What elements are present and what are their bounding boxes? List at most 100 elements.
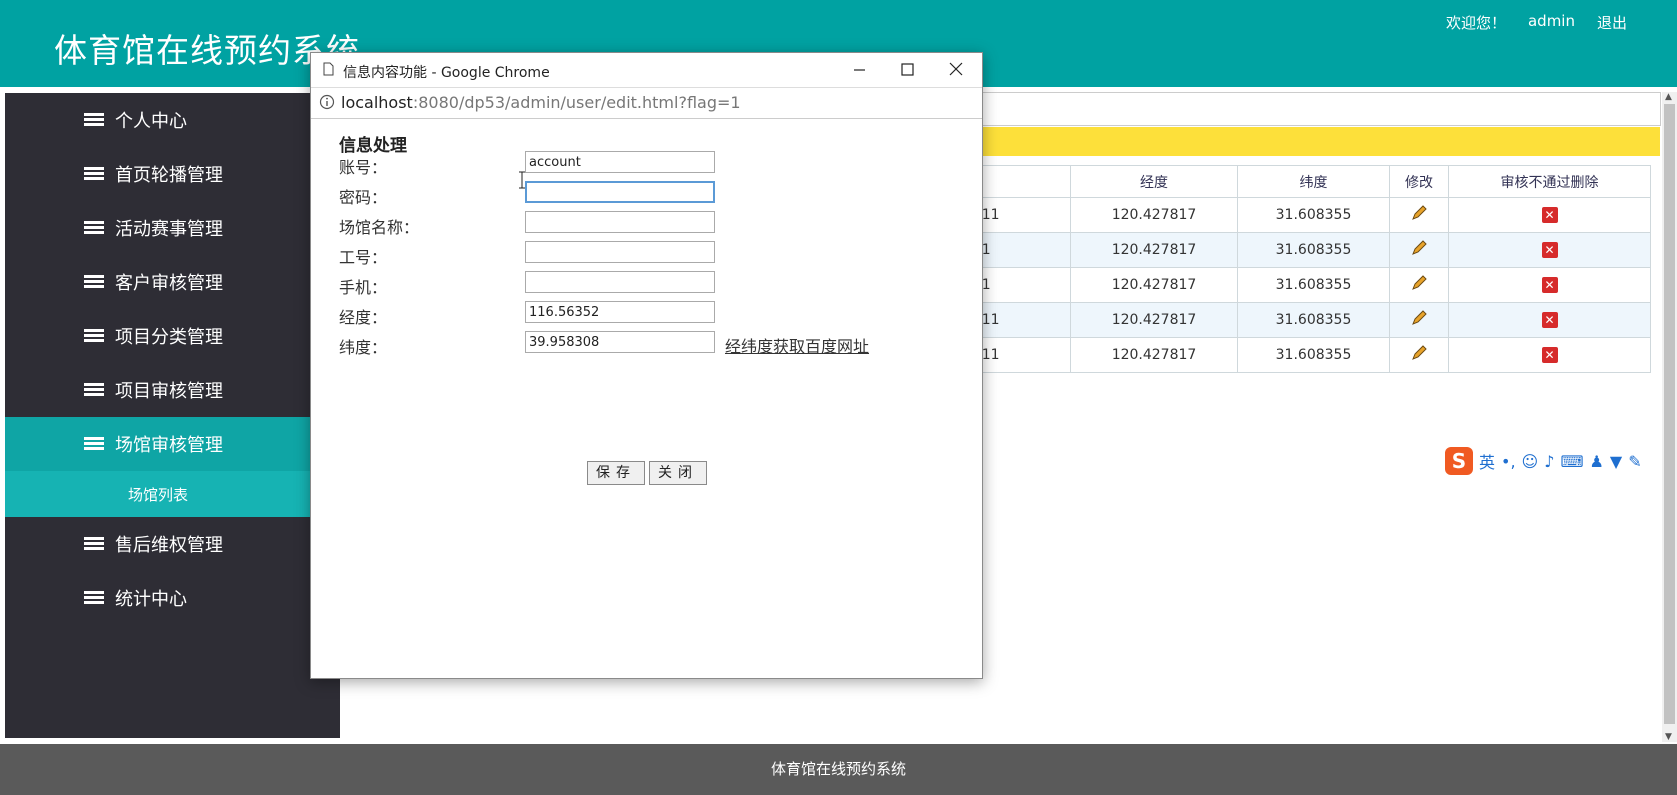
sidebar-item-label: 售后维权管理 [115, 535, 223, 556]
pencil-icon[interactable] [1410, 204, 1428, 222]
popup-titlebar[interactable]: 信息内容功能 - Google Chrome [311, 53, 982, 88]
delete-icon[interactable]: ✕ [1541, 277, 1558, 293]
table-row: 1111 120.427817 31.608355 ✕ [950, 232, 1651, 268]
sidebar-item-venues[interactable]: 场馆审核管理 [5, 417, 340, 471]
account-field[interactable]: account [525, 151, 715, 173]
scroll-down-icon[interactable]: ▼ [1665, 732, 1672, 742]
col-edit: 修改 [1389, 165, 1449, 198]
user-icon[interactable]: ♟ [1590, 452, 1604, 471]
col-delete: 审核不通过删除 [1448, 165, 1651, 198]
cell-delete: ✕ [1448, 302, 1651, 338]
sidebar-item-label: 活动赛事管理 [115, 219, 223, 240]
cell-delete: ✕ [1448, 197, 1651, 233]
popup-title: 信息内容功能 - Google Chrome [343, 65, 550, 81]
sidebar-subitem-venue-list[interactable]: 场馆列表 [5, 471, 340, 517]
stack-icon [84, 167, 104, 180]
sidebar-item-events[interactable]: 活动赛事管理 [5, 201, 340, 255]
sidebar-item-label: 项目审核管理 [115, 381, 223, 402]
sidebar-item-label: 场馆审核管理 [115, 435, 223, 456]
table-row: 1111 120.427817 31.608355 ✕ [950, 267, 1651, 303]
cell-edit [1389, 232, 1449, 268]
microphone-icon[interactable]: ♪ [1544, 452, 1554, 471]
scroll-thumb[interactable] [1664, 104, 1675, 724]
stack-icon [84, 221, 104, 234]
url-text: localhost:8080/dp53/admin/user/edit.html… [341, 93, 741, 112]
sidebar-item-aftersales[interactable]: 售后维权管理 [5, 517, 340, 571]
sogou-logo-icon[interactable]: S [1445, 447, 1473, 475]
latitude-field[interactable]: 39.958308 [525, 331, 715, 353]
username[interactable]: admin [1528, 12, 1575, 33]
stack-icon [84, 437, 104, 450]
table-row: 11111 120.427817 31.608355 ✕ [950, 337, 1651, 373]
close-icon[interactable] [943, 59, 969, 81]
pencil-icon[interactable] [1410, 239, 1428, 257]
form-title: 信息处理 [339, 136, 407, 156]
sidebar-item-statistics[interactable]: 统计中心 [5, 571, 340, 625]
cell-latitude: 31.608355 [1237, 302, 1390, 338]
cell-longitude: 120.427817 [1070, 337, 1238, 373]
sidebar-item-label: 首页轮播管理 [115, 165, 223, 186]
minimize-icon[interactable] [846, 59, 872, 81]
delete-icon[interactable]: ✕ [1541, 312, 1558, 328]
welcome-text: 欢迎您！ [1445, 14, 1506, 32]
pencil-icon[interactable] [1410, 309, 1428, 327]
stack-icon [84, 275, 104, 288]
sidebar-subitem-label: 场馆列表 [128, 486, 189, 504]
phone-field[interactable] [525, 271, 715, 293]
edit-popup-window: 信息内容功能 - Google Chrome localhost:8080/dp… [310, 52, 983, 679]
longitude-field[interactable]: 116.56352 [525, 301, 715, 323]
table-header-row: 机 经度 纬度 修改 审核不通过删除 [950, 165, 1651, 198]
punctuation-icon[interactable]: •, [1501, 452, 1516, 471]
cell-longitude: 120.427817 [1070, 267, 1238, 303]
sidebar-item-categories[interactable]: 项目分类管理 [5, 309, 340, 363]
cell-edit [1389, 197, 1449, 233]
pencil-icon[interactable] [1410, 274, 1428, 292]
keyboard-icon[interactable]: ⌨ [1560, 452, 1583, 471]
url-host: localhost [341, 93, 413, 112]
ime-lang-toggle[interactable]: 英 [1479, 449, 1495, 473]
sidebar-item-customers[interactable]: 客户审核管理 [5, 255, 340, 309]
breadcrumb-bar [950, 92, 1661, 126]
cell-longitude: 120.427817 [1070, 232, 1238, 268]
venue-name-field[interactable] [525, 211, 715, 233]
staff-id-field[interactable] [525, 241, 715, 263]
account-label: 账号： [339, 158, 388, 177]
close-button[interactable]: 关闭 [649, 461, 707, 485]
user-area: 欢迎您！ admin 退出 [1446, 12, 1627, 33]
table-row: 11111 120.427817 31.608355 ✕ [950, 302, 1651, 338]
table-row: 11111 120.427817 31.608355 ✕ [950, 197, 1651, 233]
page-scrollbar[interactable]: ▲ ▼ [1662, 92, 1677, 742]
maximize-icon[interactable] [894, 59, 920, 81]
save-button[interactable]: 保存 [587, 461, 645, 485]
sidebar-item-projects[interactable]: 项目审核管理 [5, 363, 340, 417]
cell-delete: ✕ [1448, 337, 1651, 373]
cell-latitude: 31.608355 [1237, 232, 1390, 268]
cell-latitude: 31.608355 [1237, 267, 1390, 303]
cell-edit [1389, 337, 1449, 373]
cell-edit [1389, 302, 1449, 338]
delete-icon[interactable]: ✕ [1541, 207, 1558, 223]
wrench-icon[interactable]: ✎ [1628, 452, 1641, 471]
stack-icon [84, 537, 104, 550]
info-icon[interactable] [319, 94, 335, 110]
stack-icon [84, 113, 104, 126]
venue-name-label: 场馆名称： [339, 218, 420, 237]
delete-icon[interactable]: ✕ [1541, 347, 1558, 363]
logout-link[interactable]: 退出 [1597, 12, 1627, 33]
pencil-icon[interactable] [1410, 344, 1428, 362]
longitude-label: 经度： [339, 308, 388, 327]
footer: 体育馆在线预约系统 [0, 744, 1677, 795]
stack-icon [84, 383, 104, 396]
sidebar-item-label: 个人中心 [115, 111, 187, 132]
emoji-icon[interactable]: ☺ [1522, 452, 1539, 471]
shirt-icon[interactable]: ▼ [1610, 452, 1622, 471]
sidebar-item-carousel[interactable]: 首页轮播管理 [5, 147, 340, 201]
col-longitude: 经度 [1070, 165, 1238, 198]
delete-icon[interactable]: ✕ [1541, 242, 1558, 258]
password-field[interactable] [525, 181, 715, 203]
baidu-coordinates-link[interactable]: 经纬度获取百度网址 [725, 333, 869, 357]
notice-bar [950, 127, 1660, 156]
address-bar[interactable]: localhost:8080/dp53/admin/user/edit.html… [311, 88, 982, 119]
sidebar-item-personal[interactable]: 个人中心 [5, 93, 340, 147]
scroll-up-icon[interactable]: ▲ [1665, 92, 1672, 102]
